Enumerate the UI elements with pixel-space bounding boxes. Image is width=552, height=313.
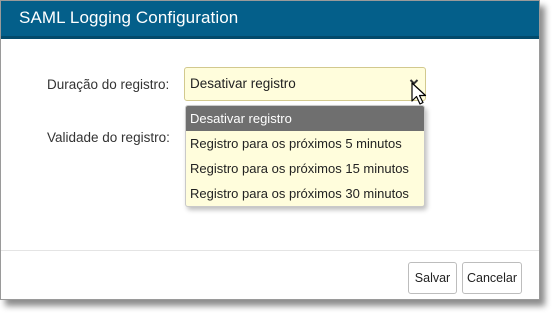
save-button[interactable]: Salvar	[408, 262, 457, 294]
cancel-button[interactable]: Cancelar	[462, 262, 522, 294]
footer-divider	[1, 250, 539, 251]
dialog-title: SAML Logging Configuration	[19, 8, 239, 27]
mouse-pointer-icon	[411, 82, 427, 105]
duration-label: Duração do registro:	[47, 77, 170, 92]
dropdown-option-30-minutes[interactable]: Registro para os próximos 30 minutos	[186, 181, 424, 206]
title-bar: SAML Logging Configuration	[1, 1, 539, 39]
duration-select[interactable]: Desativar registro	[184, 67, 426, 101]
validity-label: Validade do registro:	[47, 130, 170, 145]
dropdown-option-5-minutes[interactable]: Registro para os próximos 5 minutos	[186, 131, 424, 156]
saml-logging-dialog: SAML Logging Configuration Duração do re…	[0, 0, 540, 300]
duration-select-value: Desativar registro	[190, 76, 296, 91]
duration-dropdown-list: Desativar registro Registro para os próx…	[185, 105, 425, 207]
dropdown-option-15-minutes[interactable]: Registro para os próximos 15 minutos	[186, 156, 424, 181]
dropdown-option-disable[interactable]: Desativar registro	[186, 106, 424, 131]
